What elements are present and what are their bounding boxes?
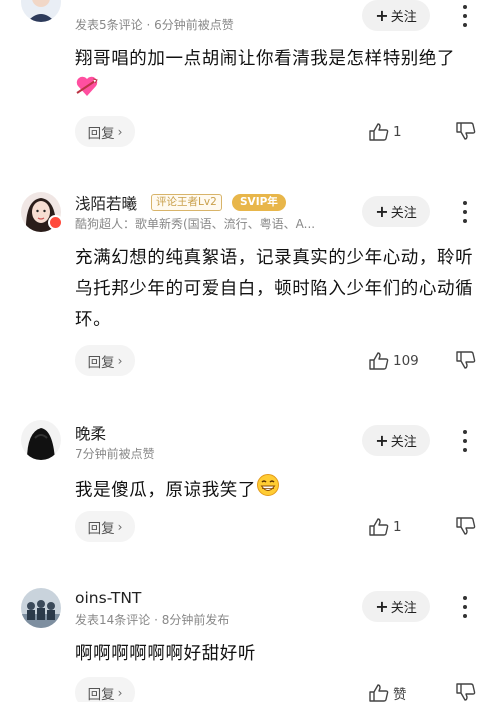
- like-count: 1: [393, 124, 402, 140]
- follow-button[interactable]: + 关注: [362, 196, 430, 227]
- avatar[interactable]: [21, 588, 61, 628]
- thumbs-down-icon: [456, 122, 476, 140]
- svip-badge: SVIP年: [232, 194, 286, 211]
- more-options-icon[interactable]: [456, 430, 474, 452]
- like-count: 109: [393, 353, 419, 369]
- verified-badge-icon: [48, 215, 63, 230]
- like-button[interactable]: 赞: [369, 682, 407, 702]
- grin-emoji-icon: [256, 473, 280, 508]
- follow-button[interactable]: + 关注: [362, 425, 430, 456]
- like-button[interactable]: 1: [369, 516, 402, 538]
- comment-text: 我是傻瓜，原谅我笑了: [75, 473, 475, 508]
- more-options-icon[interactable]: [456, 596, 474, 618]
- comment-item: 晚柔 7分钟前被点赞 + 关注 我是傻瓜，原谅我笑了 回复 › 1: [0, 400, 496, 570]
- like-button[interactable]: 109: [369, 350, 419, 372]
- dislike-button[interactable]: [456, 517, 476, 537]
- username[interactable]: 晚柔: [75, 422, 106, 444]
- comment-meta: 发表14条评论 · 8分钟前发布: [75, 613, 230, 627]
- reply-button[interactable]: 回复 ›: [75, 345, 135, 376]
- dislike-button[interactable]: [456, 683, 476, 702]
- chevron-right-icon: ›: [117, 124, 123, 139]
- comment-meta: 7分钟前被点赞: [75, 447, 155, 461]
- thumbs-up-icon: [369, 352, 389, 370]
- like-count: 赞: [393, 687, 407, 702]
- plus-icon: +: [375, 596, 389, 616]
- username[interactable]: 浅陌若曦: [75, 192, 137, 214]
- dislike-button[interactable]: [456, 122, 476, 142]
- follow-label: 关注: [390, 206, 417, 221]
- follow-label: 关注: [390, 601, 417, 616]
- thumbs-up-icon: [369, 518, 389, 536]
- reply-button[interactable]: 回复 ›: [75, 677, 135, 702]
- plus-icon: +: [375, 430, 389, 450]
- heart-emoji-icon: [75, 75, 99, 108]
- dislike-button[interactable]: [456, 351, 476, 371]
- follow-label: 关注: [390, 435, 417, 450]
- avatar-group-icon: [21, 588, 61, 628]
- comment-feed: 发表5条评论 · 6分钟前被点赞 + 关注 翔哥唱的加一点胡闹让你看清我是怎样特…: [0, 0, 496, 702]
- comment-meta: 发表5条评论 · 6分钟前被点赞: [75, 18, 234, 32]
- comment-item: 发表5条评论 · 6分钟前被点赞 + 关注 翔哥唱的加一点胡闹让你看清我是怎样特…: [0, 0, 496, 170]
- avatar-dark-icon: [21, 420, 61, 460]
- reply-button[interactable]: 回复 ›: [75, 511, 135, 542]
- comment-item: oins-TNT 发表14条评论 · 8分钟前发布 + 关注 啊啊啊啊啊啊好甜好…: [0, 570, 496, 702]
- more-options-icon[interactable]: [456, 5, 474, 27]
- plus-icon: +: [375, 5, 389, 25]
- follow-label: 关注: [390, 10, 417, 25]
- comment-item: 浅陌若曦 评论王者Lv2 SVIP年 酷狗超人：歌单新秀(国语、流行、粤语、A.…: [0, 170, 496, 400]
- thumbs-down-icon: [456, 683, 476, 701]
- chevron-right-icon: ›: [117, 685, 123, 700]
- username[interactable]: oins-TNT: [75, 589, 141, 607]
- plus-icon: +: [375, 201, 389, 221]
- chevron-right-icon: ›: [117, 519, 123, 534]
- like-count: 1: [393, 519, 402, 535]
- follow-button[interactable]: + 关注: [362, 0, 430, 31]
- thumbs-up-icon: [369, 123, 389, 141]
- thumbs-down-icon: [456, 351, 476, 369]
- level-tag: 评论王者Lv2: [151, 194, 222, 211]
- comment-text: 啊啊啊啊啊啊好甜好听: [75, 644, 256, 664]
- like-button[interactable]: 1: [369, 121, 402, 143]
- chevron-right-icon: ›: [117, 353, 123, 368]
- reply-button[interactable]: 回复 ›: [75, 116, 135, 147]
- avatar[interactable]: [21, 420, 61, 460]
- comment-text: 充满幻想的纯真絮语，记录真实的少年心动，聆听乌托邦少年的可爱自白，顿时陷入少年们…: [75, 248, 474, 330]
- comment-text: 翔哥唱的加一点胡闹让你看清我是怎样特别绝了: [75, 44, 475, 108]
- follow-button[interactable]: + 关注: [362, 591, 430, 622]
- avatar-partial-icon: [21, 0, 61, 22]
- thumbs-up-icon: [369, 684, 389, 702]
- comment-meta: 酷狗超人：歌单新秀(国语、流行、粤语、A...: [75, 217, 316, 231]
- avatar[interactable]: [21, 0, 61, 22]
- thumbs-down-icon: [456, 517, 476, 535]
- more-options-icon[interactable]: [456, 201, 474, 223]
